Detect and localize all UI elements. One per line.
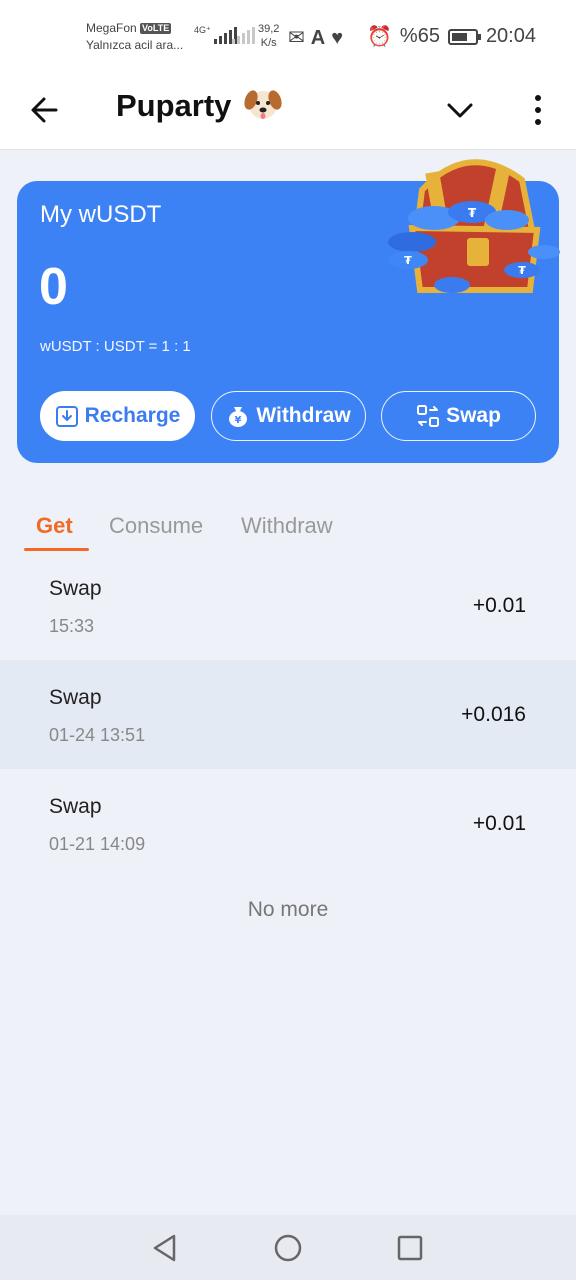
nav-back-icon[interactable] [148,1231,182,1265]
back-button[interactable] [24,88,68,132]
more-vertical-icon [535,95,541,125]
dog-face-icon [244,90,282,119]
list-item: Swap 15:33 +0.01 [0,551,576,660]
svg-text:₮: ₮ [468,206,477,220]
nav-home-icon[interactable] [271,1231,305,1265]
tab-get[interactable]: Get [36,513,73,539]
notification-icons: ✉A♥ [288,25,349,50]
swap-icon [417,405,440,427]
withdraw-button[interactable]: ¥ Withdraw [211,391,366,441]
list-item: Swap 01-21 14:09 +0.01 [0,769,576,878]
transaction-type: Swap [49,577,102,600]
status-bar: MegaFon VoLTE Yalnızca acil ara... 4G⁺ 3… [0,0,576,70]
carrier-name: MegaFon [86,21,137,35]
transaction-tabs: Get Consume Withdraw [0,505,576,555]
collapse-button[interactable] [438,88,482,132]
transaction-time: 01-21 14:09 [49,834,146,854]
transaction-amount: +0.01 [472,812,526,835]
swap-button[interactable]: Swap [381,391,536,441]
svg-text:¥: ¥ [235,415,242,426]
page-title: Puparty [116,86,282,126]
recharge-label: Recharge [84,404,181,427]
speed-value: 39,2 [258,23,280,35]
recharge-button[interactable]: Recharge [40,391,195,441]
withdraw-label: Withdraw [256,404,351,427]
wallet-title: My wUSDT [40,201,162,228]
network-type: 4G⁺ [194,25,211,35]
system-nav-bar [0,1215,576,1280]
list-end-message: No more [247,898,329,921]
transaction-time: 15:33 [49,616,95,636]
transaction-type: Swap [49,795,102,818]
tab-consume[interactable]: Consume [109,513,203,539]
volte-badge: VoLTE [140,23,172,34]
transaction-type: Swap [49,686,102,709]
battery-icon [447,28,481,45]
exchange-rate: wUSDT : USDT = 1 : 1 [40,338,191,355]
signal-2-icon [232,26,255,44]
carrier-info: MegaFon VoLTE Yalnızca acil ara... [86,20,183,54]
clock: 20:04 [485,25,536,47]
app-a-icon: A [310,27,332,49]
status-right: ⏰ %65 20:04 [367,24,536,49]
download-icon [55,406,78,427]
transaction-time: 01-24 13:51 [49,725,146,745]
battery-percent: %65 [399,25,440,47]
chevron-down-icon [447,103,473,118]
money-bag-icon: ¥ [229,407,248,427]
treasure-chest-icon: ₮ ₮ ₮ [388,159,560,293]
arrow-left-icon [31,97,58,123]
tab-withdraw[interactable]: Withdraw [241,513,333,539]
page-title-text: Puparty [116,88,232,123]
swap-label: Swap [446,404,501,427]
heart-app-icon: ♥ [331,27,350,49]
wallet-balance: 0 [39,258,68,316]
network-speed: 39,2 K/s [258,22,279,50]
transaction-amount: +0.01 [472,594,526,617]
app-bar: Puparty [0,70,576,150]
signal-icon: 4G⁺ [194,26,237,44]
more-options-button[interactable] [516,88,560,132]
nav-recents-icon[interactable] [393,1231,427,1265]
transaction-list: Swap 15:33 +0.01 Swap 01-24 13:51 +0.016… [0,551,576,878]
mail-icon: ✉ [288,27,311,49]
carrier-sub: Yalnızca acil ara... [86,38,184,52]
list-item: Swap 01-24 13:51 +0.016 [0,660,576,769]
alarm-icon: ⏰ [367,26,392,48]
transaction-amount: +0.016 [461,703,526,726]
svg-text:₮: ₮ [518,264,526,277]
svg-text:₮: ₮ [404,254,412,267]
speed-unit: K/s [260,37,277,49]
